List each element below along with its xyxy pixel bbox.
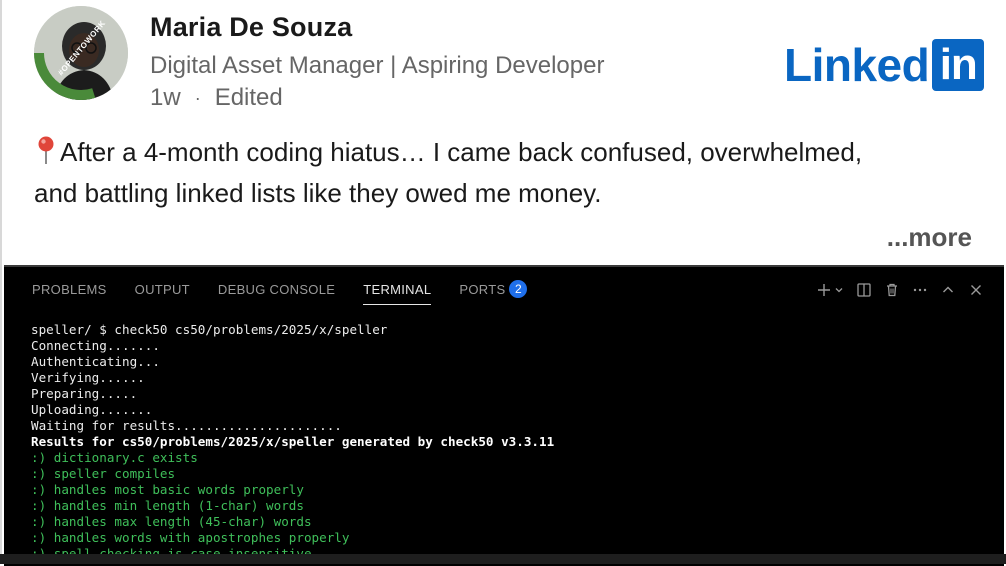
author-name[interactable]: Maria De Souza [150,12,352,43]
terminal-line: Authenticating... [31,354,160,369]
terminal-line: :) handles max length (45-char) words [31,514,312,529]
plus-icon[interactable] [816,282,832,298]
brand-in-box: in [932,39,985,91]
chevron-down-icon[interactable] [834,285,844,295]
terminal-line: Preparing..... [31,386,138,401]
terminal-line: Verifying...... [31,370,145,385]
terminal-line: :) handles words with apostrophes proper… [31,530,350,545]
more-icon[interactable] [912,282,928,298]
tab-output-label: OUTPUT [134,282,190,297]
tab-debug-console-label: DEBUG CONSOLE [217,282,336,297]
tab-output[interactable]: OUTPUT [135,267,190,313]
tab-terminal[interactable]: TERMINAL [363,267,432,313]
post-meta: 1w · Edited [150,84,283,112]
post-text-line-1: After a 4-month coding hiatus… I came ba… [34,132,974,173]
bottom-edge [0,554,1006,564]
brand-wordmark: Linked [784,39,930,91]
tab-problems-label: PROBLEMS [32,282,107,297]
terminal-line: :) dictionary.c exists [31,450,198,465]
panel-actions [804,267,984,313]
author-headline: Digital Asset Manager | Aspiring Develop… [150,52,605,79]
tab-debug-console[interactable]: DEBUG CONSOLE [218,267,335,313]
terminal-line: Uploading....... [31,402,153,417]
linkedin-logo: Linked in [784,38,985,92]
post-time: 1w [150,84,181,111]
terminal-line: Results for cs50/problems/2025/x/speller… [31,434,555,449]
terminal-line: :) handles most basic words properly [31,482,304,497]
terminal-line: speller/ $ check50 cs50/problems/2025/x/… [31,322,388,337]
terminal-line: :) speller compiles [31,466,176,481]
post-image-terminal[interactable]: PROBLEMS OUTPUT DEBUG CONSOLE TERMINAL P… [4,265,1004,566]
terminal-line: Connecting....... [31,338,160,353]
post-text-line-1-content: After a 4-month coding hiatus… I came ba… [60,137,863,167]
tab-terminal-label: TERMINAL [363,282,432,297]
terminal-output[interactable]: speller/ $ check50 cs50/problems/2025/x/… [31,322,991,562]
round-pushpin-icon [38,136,54,164]
left-border [0,0,2,564]
chevron-up-icon[interactable] [940,282,956,298]
post-text-line-2: and battling linked lists like they owed… [34,178,602,208]
close-icon[interactable] [968,282,984,298]
tab-ports-label: PORTS [459,282,506,297]
see-more-button[interactable]: ...more [887,222,972,253]
terminal-line: Waiting for results.....................… [31,418,342,433]
terminal-line: :) handles min length (1-char) words [31,498,304,513]
split-icon[interactable] [856,282,872,298]
ports-count-badge: 2 [509,280,528,298]
post-text: After a 4-month coding hiatus… I came ba… [34,132,974,214]
tab-ports[interactable]: PORTS 2 [459,267,528,313]
meta-separator: · [194,87,201,108]
tab-problems[interactable]: PROBLEMS [32,267,107,313]
trash-icon[interactable] [884,282,900,298]
edited-label: Edited [214,84,283,111]
